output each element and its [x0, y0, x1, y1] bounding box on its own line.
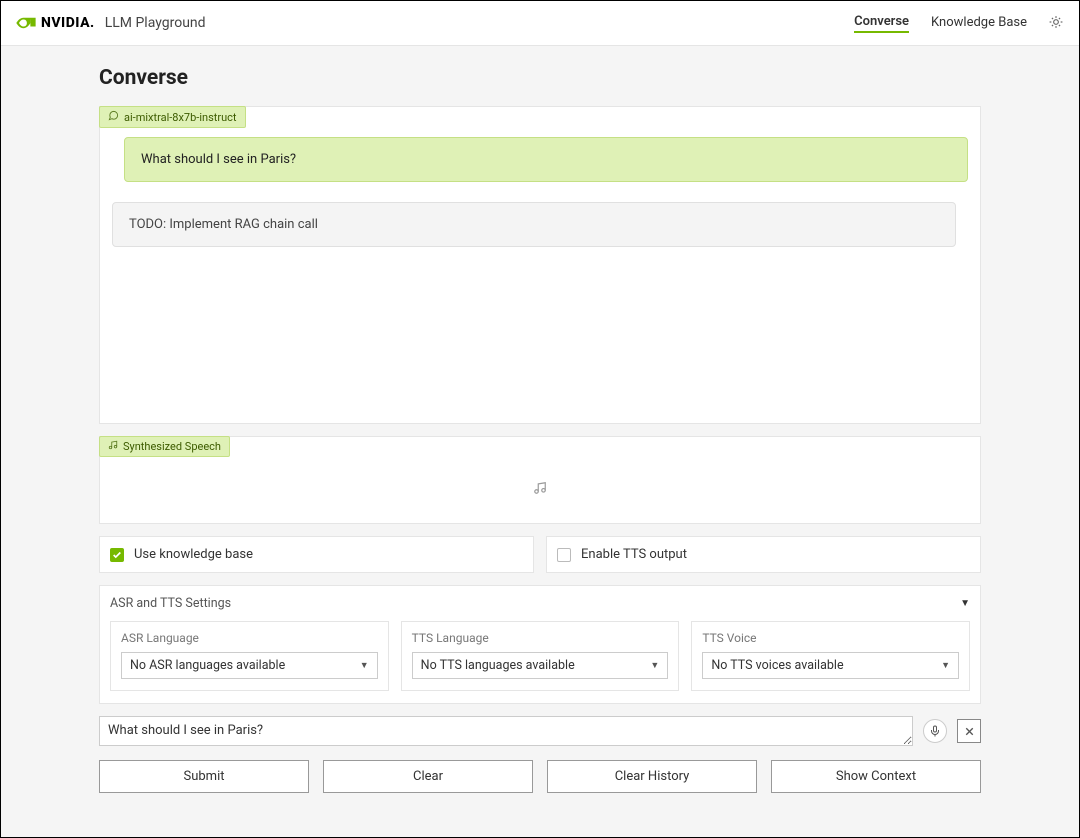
settings-grid: ASR Language No ASR languages available …: [110, 621, 970, 691]
clear-button[interactable]: Clear: [323, 760, 533, 793]
input-row: [99, 716, 981, 746]
collapse-icon: ▼: [960, 598, 970, 609]
header: NVIDIA. LLM Playground Converse Knowledg…: [1, 1, 1079, 46]
enable-tts-checkbox[interactable]: Enable TTS output: [546, 536, 981, 573]
settings-header[interactable]: ASR and TTS Settings ▼: [110, 596, 970, 611]
nvidia-logo: NVIDIA.: [15, 15, 95, 31]
tts-voice-dropdown[interactable]: No TTS voices available ▼: [702, 652, 959, 679]
app-title: LLM Playground: [105, 15, 206, 31]
asr-language-col: ASR Language No ASR languages available …: [110, 621, 389, 691]
checkbox-checked-icon[interactable]: [110, 548, 124, 562]
audio-placeholder-icon: [533, 481, 547, 499]
user-message: What should I see in Paris?: [124, 137, 968, 182]
tts-voice-col: TTS Voice No TTS voices available ▼: [691, 621, 970, 691]
asr-language-dropdown[interactable]: No ASR languages available ▼: [121, 652, 378, 679]
tts-voice-label: TTS Voice: [702, 631, 959, 645]
main: Converse ai-mixtral-8x7b-instruct What s…: [1, 46, 1079, 837]
checkbox-row: Use knowledge base Enable TTS output: [99, 536, 981, 573]
model-tag: ai-mixtral-8x7b-instruct: [99, 106, 246, 128]
microphone-button[interactable]: [923, 719, 947, 743]
nav-converse[interactable]: Converse: [854, 14, 909, 33]
use-kb-checkbox[interactable]: Use knowledge base: [99, 536, 534, 573]
speech-panel: Synthesized Speech: [99, 436, 981, 524]
prompt-input[interactable]: [99, 716, 913, 746]
use-kb-label: Use knowledge base: [134, 547, 253, 562]
theme-toggle-icon[interactable]: [1049, 15, 1065, 31]
button-row: Submit Clear Clear History Show Context: [99, 760, 981, 793]
submit-button[interactable]: Submit: [99, 760, 309, 793]
show-context-button[interactable]: Show Context: [771, 760, 981, 793]
asr-value: No ASR languages available: [130, 658, 285, 673]
logo-text: NVIDIA.: [41, 15, 95, 31]
checkbox-unchecked-icon[interactable]: [557, 548, 571, 562]
speech-tag-label: Synthesized Speech: [123, 440, 221, 453]
tts-language-dropdown[interactable]: No TTS languages available ▼: [412, 652, 669, 679]
model-tag-label: ai-mixtral-8x7b-instruct: [124, 111, 237, 124]
music-note-icon: [108, 440, 118, 453]
chat-icon: [108, 110, 119, 124]
nav-knowledge-base[interactable]: Knowledge Base: [931, 15, 1027, 32]
tts-language-col: TTS Language No TTS languages available …: [401, 621, 680, 691]
page-title: Converse: [99, 66, 981, 90]
speech-tag: Synthesized Speech: [99, 436, 230, 457]
chevron-down-icon: ▼: [941, 660, 950, 671]
enable-tts-label: Enable TTS output: [581, 547, 687, 562]
tts-lang-label: TTS Language: [412, 631, 669, 645]
asr-label: ASR Language: [121, 631, 378, 645]
chevron-down-icon: ▼: [650, 660, 659, 671]
tts-lang-value: No TTS languages available: [421, 658, 575, 673]
nvidia-eye-icon: [15, 16, 37, 30]
close-button[interactable]: [957, 719, 981, 743]
settings-panel: ASR and TTS Settings ▼ ASR Language No A…: [99, 585, 981, 704]
chat-panel: ai-mixtral-8x7b-instruct What should I s…: [99, 106, 981, 424]
settings-title: ASR and TTS Settings: [110, 596, 231, 611]
bot-message: TODO: Implement RAG chain call: [112, 202, 956, 247]
chevron-down-icon: ▼: [360, 660, 369, 671]
clear-history-button[interactable]: Clear History: [547, 760, 757, 793]
tts-voice-value: No TTS voices available: [711, 658, 843, 673]
nav: Converse Knowledge Base: [854, 14, 1065, 33]
